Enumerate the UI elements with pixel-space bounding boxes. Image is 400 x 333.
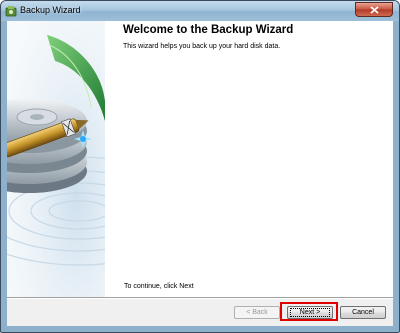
page-description: This wizard helps you back up your hard … xyxy=(123,43,281,50)
continue-hint: To continue, click Next xyxy=(124,283,194,290)
backup-wizard-icon xyxy=(5,5,17,17)
window-title: Backup Wizard xyxy=(20,5,81,15)
wizard-window: Backup Wizard Welcome to the Backup Wiza… xyxy=(0,0,400,333)
button-bar: < Back Next > Cancel xyxy=(7,299,393,326)
close-button[interactable] xyxy=(355,2,393,17)
wizard-client-area: Welcome to the Backup Wizard This wizard… xyxy=(7,21,393,326)
wizard-sidebar xyxy=(7,21,105,297)
back-button[interactable]: < Back xyxy=(234,306,280,319)
hard-disk-with-pen-illustration xyxy=(7,21,105,297)
cancel-button[interactable]: Cancel xyxy=(340,306,386,319)
title-bar[interactable]: Backup Wizard xyxy=(1,1,399,21)
close-icon xyxy=(370,6,379,14)
page-title: Welcome to the Backup Wizard xyxy=(123,24,294,36)
wizard-content: Welcome to the Backup Wizard This wizard… xyxy=(105,21,393,297)
next-button-highlight xyxy=(280,302,338,321)
